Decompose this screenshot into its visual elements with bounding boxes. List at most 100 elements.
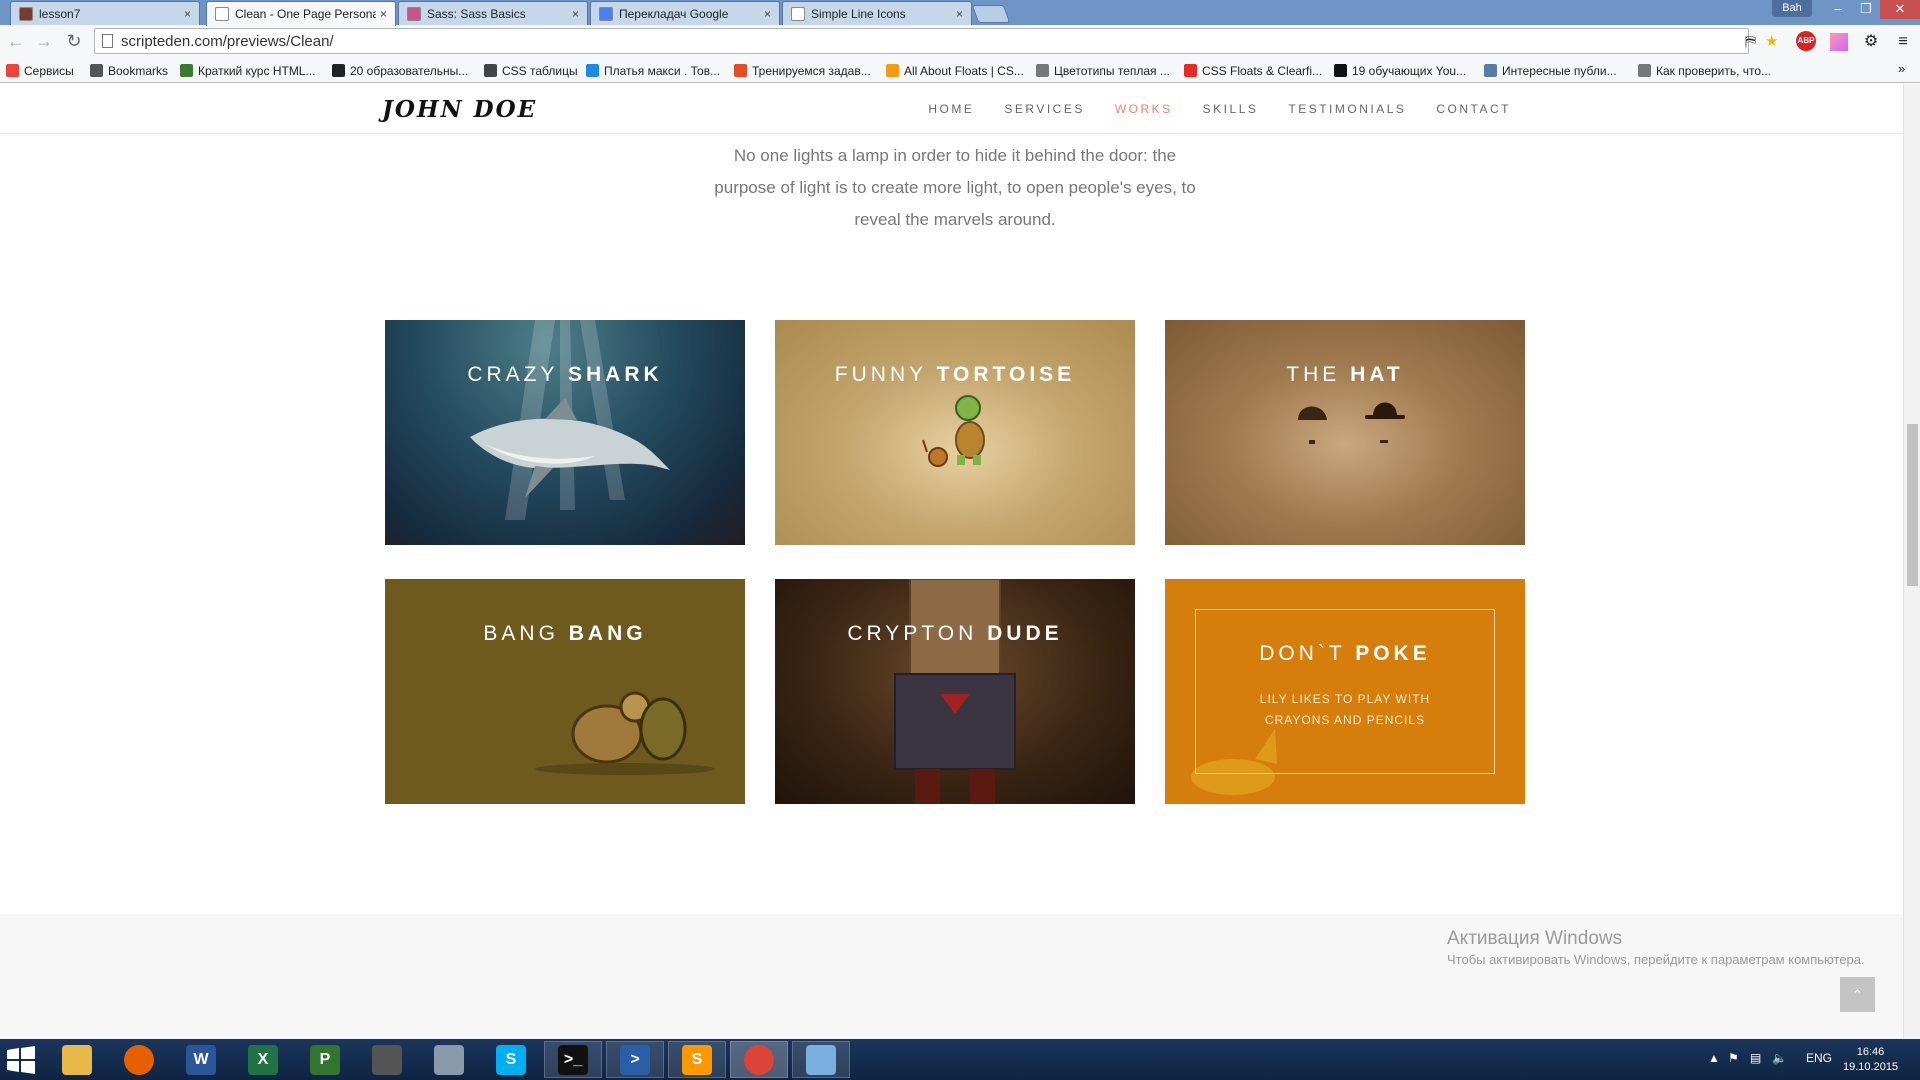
volume-icon[interactable]: 🔈 xyxy=(1772,1051,1787,1065)
taskbar-app[interactable]: X xyxy=(234,1041,292,1078)
flag-icon[interactable]: ⚑ xyxy=(1728,1051,1739,1065)
adblock-icon[interactable]: ABP xyxy=(1796,31,1816,51)
bookmark-item[interactable]: CSS таблицы xyxy=(484,61,578,80)
nav-link-skills[interactable]: SKILLS xyxy=(1203,102,1259,116)
taskbar-app[interactable] xyxy=(792,1041,850,1078)
work-card-crazy-shark[interactable]: CRAZY SHARK xyxy=(385,320,745,545)
browser-tab[interactable]: Sass: Sass Basics × xyxy=(398,1,588,25)
taskbar-app[interactable] xyxy=(420,1041,478,1078)
bookmark-label: All About Floats | CS... xyxy=(904,63,1024,78)
nav-link-contact[interactable]: CONTACT xyxy=(1436,102,1511,116)
clock[interactable]: 16:46 19.10.2015 xyxy=(1843,1045,1898,1075)
hat-icon xyxy=(19,6,33,21)
close-tab-icon[interactable]: × xyxy=(764,7,771,21)
excel-icon: X xyxy=(248,1044,278,1075)
windows-taskbar: W X P S >_ > S ▲ ⚑ ▤ 🔈 ENG 16:46 19.10.2015 xyxy=(0,1039,1920,1080)
clock-date: 19.10.2015 xyxy=(1843,1061,1899,1073)
taskbar-app[interactable]: >_ xyxy=(544,1041,602,1078)
nav-link-works[interactable]: WORKS xyxy=(1115,102,1173,116)
taskbar-app[interactable] xyxy=(110,1041,168,1078)
clock-time: 16:46 xyxy=(1856,1046,1885,1058)
work-card-dont-poke[interactable]: DON`T POKE LILY LIKES TO PLAY WITH CRAYO… xyxy=(1165,579,1525,804)
bookmark-item[interactable]: Сервисы xyxy=(6,61,74,80)
restore-icon[interactable]: ❐ xyxy=(1852,0,1880,19)
bookmark-label: 20 образовательны... xyxy=(350,63,469,78)
language-indicator[interactable]: ENG xyxy=(1806,1051,1832,1065)
back-icon[interactable]: ← xyxy=(4,29,28,53)
tortoise-illustration xyxy=(922,395,985,467)
taskbar-app[interactable]: S xyxy=(482,1041,540,1078)
taskbar-app[interactable]: > xyxy=(606,1041,664,1078)
bookmarks-overflow-icon[interactable]: » xyxy=(1898,61,1905,76)
bookmark-item[interactable]: 20 образовательны... xyxy=(332,61,468,80)
scrollbar-thumb[interactable] xyxy=(1907,424,1918,586)
taskbar-app[interactable]: W xyxy=(172,1041,230,1078)
menu-icon[interactable]: ≡ xyxy=(1892,31,1914,53)
url-text[interactable]: scripteden.com/previews/Clean/ xyxy=(121,33,334,50)
nav-link-services[interactable]: SERVICES xyxy=(1004,102,1084,116)
taskbar-app[interactable] xyxy=(730,1041,788,1078)
close-tab-icon[interactable]: × xyxy=(956,7,963,21)
bookmark-label: CSS таблицы xyxy=(502,63,578,78)
taskbar-app[interactable] xyxy=(358,1041,416,1078)
bookmark-item[interactable]: Платья макси . Тов... xyxy=(586,61,720,80)
work-card-bang-bang[interactable]: BANG BANG xyxy=(385,579,745,804)
tab-title: Sass: Sass Basics xyxy=(427,6,526,21)
network-icon[interactable]: ▤ xyxy=(1750,1051,1761,1065)
extension-icon[interactable] xyxy=(1830,33,1848,51)
tab-title: Перекладач Google xyxy=(619,6,729,21)
work-card-crypton-dude[interactable]: CRYPTON DUDE xyxy=(775,579,1135,804)
file-explorer-icon xyxy=(62,1044,92,1075)
tab-title: Clean - One Page Persona xyxy=(235,7,376,21)
reload-icon[interactable]: ↻ xyxy=(62,29,86,53)
card-caption-line: LILY LIKES TO PLAY WITH xyxy=(1259,692,1431,706)
browser-tab[interactable]: Clean - One Page Persona × xyxy=(206,1,396,26)
nav-link-home[interactable]: HOME xyxy=(928,102,974,116)
bookmark-item[interactable]: Краткий курс HTML... xyxy=(180,61,316,80)
skype-icon: S xyxy=(496,1044,526,1075)
taskbar-app[interactable] xyxy=(48,1041,106,1078)
back-to-top-button[interactable]: ⌃ xyxy=(1840,977,1875,1012)
bookmark-item[interactable]: All About Floats | CS... xyxy=(886,61,1024,80)
site-logo[interactable]: JOHN DOE xyxy=(382,96,537,123)
profile-badge[interactable]: Bah xyxy=(1772,0,1812,17)
page-scrollbar[interactable] xyxy=(1903,84,1920,1039)
windows-start-icon[interactable] xyxy=(6,1046,36,1074)
work-card-funny-tortoise[interactable]: FUNNY TORTOISE xyxy=(775,320,1135,545)
card-title: THE HAT xyxy=(1286,363,1404,386)
tray-arrow-icon[interactable]: ▲ xyxy=(1708,1051,1720,1065)
work-card-the-hat[interactable]: THE HAT xyxy=(1165,320,1525,545)
bookmarks-bar: Сервисы Bookmarks Краткий курс HTML... 20 о… xyxy=(0,58,1920,83)
chevron-up-icon: ⌃ xyxy=(1852,987,1863,1002)
settings-gear-icon[interactable]: ⚙ xyxy=(1860,31,1882,53)
address-bar[interactable]: scripteden.com/previews/Clean/ ⛿ ★ xyxy=(94,28,1778,54)
terminal-icon: >_ xyxy=(558,1044,588,1075)
close-tab-icon[interactable]: × xyxy=(572,7,579,21)
browser-tab[interactable]: lesson7 × xyxy=(10,1,200,25)
new-tab-button[interactable] xyxy=(971,5,1011,23)
close-tab-icon[interactable]: × xyxy=(380,7,387,21)
browser-tab[interactable]: Simple Line Icons × xyxy=(782,1,972,25)
forward-icon[interactable]: → xyxy=(32,29,56,53)
bookmark-item[interactable]: CSS Floats & Clearfi... xyxy=(1184,61,1322,80)
taskbar-app[interactable]: S xyxy=(668,1041,726,1078)
close-window-icon[interactable]: ✕ xyxy=(1880,0,1920,19)
close-tab-icon[interactable]: × xyxy=(184,7,191,21)
bookmark-item[interactable]: 19 обучающих You... xyxy=(1334,61,1466,80)
bookmark-item[interactable]: Интересные публи... xyxy=(1484,61,1617,80)
bookmark-star-icon[interactable]: ★ xyxy=(1765,32,1778,52)
bookmark-item[interactable]: Bookmarks xyxy=(90,61,168,80)
bookmark-item[interactable]: Цветотипы теплая ... xyxy=(1036,61,1170,80)
bird-icon xyxy=(586,64,599,77)
browser-tab[interactable]: Перекладач Google × xyxy=(590,1,780,25)
bookmark-item[interactable]: Как проверить, что... xyxy=(1638,61,1771,80)
bookmark-label: 19 обучающих You... xyxy=(1352,63,1467,78)
ad-icon xyxy=(332,64,345,77)
card-title: CRYPTON DUDE xyxy=(847,622,1063,645)
minimize-icon[interactable]: – xyxy=(1824,0,1852,19)
taskbar-app[interactable]: P xyxy=(296,1041,354,1078)
bookmark-item[interactable]: Тренируемся задав... xyxy=(734,61,871,80)
translate-icon[interactable]: ⛿ xyxy=(1745,32,1756,52)
quote-line: reveal the marvels around. xyxy=(854,210,1056,229)
nav-link-testimonials[interactable]: TESTIMONIALS xyxy=(1288,102,1406,116)
